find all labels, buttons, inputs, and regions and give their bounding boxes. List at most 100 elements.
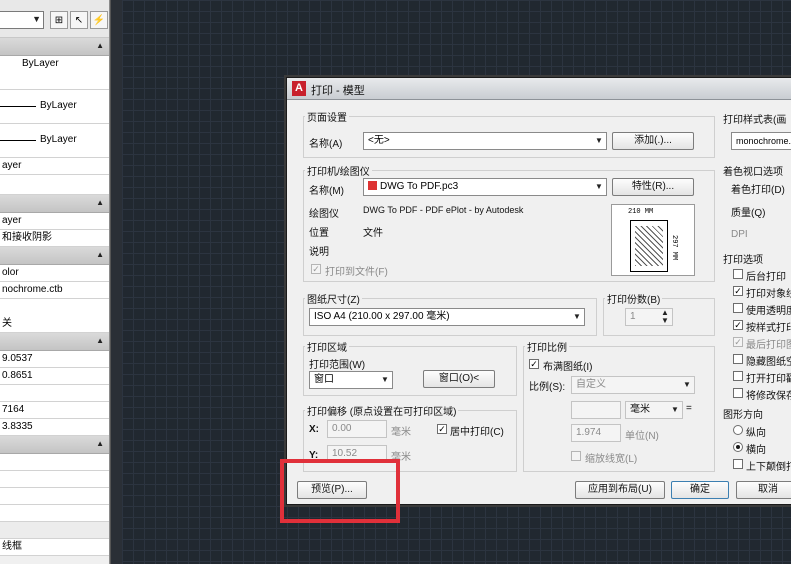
palette-row[interactable]: 7164 <box>0 402 109 419</box>
palette-section-view[interactable]: ▲ <box>0 333 109 351</box>
pdf-icon <box>368 181 377 190</box>
palette-row[interactable] <box>0 471 109 488</box>
add-page-setup-button[interactable]: 添加(.)... <box>612 132 694 150</box>
palette-row[interactable]: ayer <box>0 213 109 230</box>
paper-size-select[interactable]: ISO A4 (210.00 x 297.00 毫米) ▼ <box>309 308 585 326</box>
palette-scrollbar[interactable] <box>110 0 122 564</box>
plotter-select[interactable]: DWG To PDF.pc3 ▼ <box>363 178 607 196</box>
palette-row[interactable]: ByLayer <box>0 90 109 124</box>
plot-lineweights-checkbox[interactable]: ✓ <box>733 286 743 296</box>
plot-transparency-checkbox[interactable] <box>733 303 743 313</box>
fit-to-paper-label: 布满图纸(I) <box>543 362 593 373</box>
plot-scale-label: 打印比例 <box>525 339 569 354</box>
spinner-icon: ▲ ▼ <box>661 308 669 325</box>
palette-row[interactable] <box>0 454 109 471</box>
palette-row[interactable]: 3.8335 <box>0 419 109 436</box>
quality-label: 质量(Q) <box>731 208 766 219</box>
palette-row[interactable]: ayer <box>0 158 109 175</box>
plot-option-label: 打开打印戳 <box>746 374 791 385</box>
palette-value: nochrome.ctb <box>2 284 63 295</box>
plot-with-styles-checkbox[interactable]: ✓ <box>733 320 743 330</box>
paper-height-dimension: 297 MM <box>670 235 678 261</box>
cancel-button[interactable]: 取消 <box>736 481 791 499</box>
palette-value: 3.8335 <box>2 421 33 432</box>
palette-value: ayer <box>2 160 22 171</box>
selection-dropdown[interactable]: ▼ <box>0 11 44 29</box>
plot-range-select[interactable]: 窗口 ▼ <box>309 371 393 389</box>
palette-toolbar: ▼ ⊞ ↖ ⚡ <box>0 0 109 38</box>
portrait-radio[interactable] <box>733 425 743 435</box>
offset-x-input[interactable]: 0.00 <box>327 420 387 438</box>
palette-value: ByLayer <box>40 100 77 111</box>
plot-option-label: 将修改保存 <box>746 391 791 402</box>
palette-row[interactable] <box>0 522 109 539</box>
palette-section-3d[interactable]: ▲ <box>0 195 109 213</box>
page-setup-select[interactable]: <无> ▼ <box>363 132 607 150</box>
palette-row[interactable]: nochrome.ctb <box>0 282 109 299</box>
palette-value: 9.0537 <box>2 353 33 364</box>
scale-lineweights-checkbox[interactable] <box>571 451 581 461</box>
background-plot-checkbox[interactable] <box>733 269 743 279</box>
properties-palette: ▼ ⊞ ↖ ⚡ ▲ ByLayer ByLayer ByLayer ayer ▲… <box>0 0 110 564</box>
chevron-down-icon: ▼ <box>671 405 679 414</box>
select-objects-icon[interactable]: ↖ <box>70 11 88 29</box>
palette-row[interactable]: 线框 <box>0 539 109 556</box>
copies-stepper[interactable]: 1 ▲ ▼ <box>625 308 673 326</box>
chevron-down-icon: ▼ <box>573 312 581 321</box>
plot-range-label: 打印范围(W) <box>309 360 366 371</box>
save-changes-checkbox[interactable] <box>733 388 743 398</box>
lineweight-swatch <box>0 106 36 107</box>
palette-row[interactable]: ByLayer <box>0 56 109 90</box>
palette-value: 线框 <box>2 541 22 552</box>
palette-row[interactable]: olor <box>0 265 109 282</box>
plot-to-file-checkbox[interactable]: ✓ <box>311 264 321 274</box>
scale-inches-input[interactable] <box>571 401 621 419</box>
page-setup-label: 页面设置 <box>305 109 349 124</box>
palette-value: 7164 <box>2 404 25 415</box>
plotter-properties-button[interactable]: 特性(R)... <box>612 178 694 196</box>
fit-to-paper-checkbox[interactable]: ✓ <box>529 359 539 369</box>
palette-row[interactable]: ByLayer <box>0 124 109 158</box>
hide-paperspace-checkbox[interactable] <box>733 354 743 364</box>
plot-style-select[interactable]: monochrome.ctb <box>731 132 791 150</box>
quick-select-icon[interactable]: ⚡ <box>90 11 108 29</box>
palette-row[interactable]: 0.8651 <box>0 368 109 385</box>
palette-section-general[interactable]: ▲ <box>0 38 109 56</box>
palette-row[interactable] <box>0 505 109 522</box>
apply-to-layout-button[interactable]: 应用到布局(U) <box>575 481 665 499</box>
palette-row[interactable]: 和接收阴影 <box>0 230 109 247</box>
plot-option-label: 按样式打印 <box>746 323 791 334</box>
palette-section-plot[interactable]: ▲ <box>0 247 109 265</box>
scale-unit-select[interactable]: 毫米 ▼ <box>625 401 683 419</box>
center-plot-checkbox[interactable]: ✓ <box>437 424 447 434</box>
palette-row[interactable]: 9.0537 <box>0 351 109 368</box>
copies-value: 1 <box>630 311 636 322</box>
toggle-pickadd-icon[interactable]: ⊞ <box>50 11 68 29</box>
plotter-device-value: DWG To PDF - PDF ePlot - by Autodesk <box>363 205 524 215</box>
collapse-icon: ▲ <box>96 439 104 448</box>
plot-paperspace-last-checkbox[interactable]: ✓ <box>733 337 743 347</box>
page-setup-value: <无> <box>368 135 390 146</box>
palette-section-misc[interactable]: ▲ <box>0 436 109 454</box>
scale-select[interactable]: 自定义 ▼ <box>571 376 695 394</box>
palette-row[interactable] <box>0 488 109 505</box>
scale-units-label: 单位(N) <box>625 431 659 442</box>
plot-to-file-label: 打印到文件(F) <box>325 267 388 278</box>
scale-units-input[interactable]: 1.974 <box>571 424 621 442</box>
dialog-titlebar[interactable]: A 打印 - 模型 <box>287 78 791 100</box>
plot-dialog: A 打印 - 模型 页面设置 名称(A) <无> ▼ 添加(.)... 打印机/绘… <box>286 77 791 505</box>
scale-lineweights-label: 缩放线宽(L) <box>585 454 638 465</box>
orientation-label: 图形方向 <box>723 410 763 421</box>
palette-row[interactable] <box>0 175 109 195</box>
plot-option-label: 隐藏图纸空 <box>746 357 791 368</box>
palette-row[interactable] <box>0 385 109 402</box>
ok-button[interactable]: 确定 <box>671 481 729 499</box>
plot-options-label: 打印选项 <box>723 255 763 266</box>
window-button[interactable]: 窗口(O)< <box>423 370 495 388</box>
plot-option-label: 后台打印 <box>746 272 786 283</box>
upside-down-checkbox[interactable] <box>733 459 743 469</box>
landscape-radio[interactable] <box>733 442 743 452</box>
offset-x-unit: 毫米 <box>391 427 411 438</box>
palette-row[interactable]: 关 <box>0 299 109 333</box>
plot-stamp-checkbox[interactable] <box>733 371 743 381</box>
